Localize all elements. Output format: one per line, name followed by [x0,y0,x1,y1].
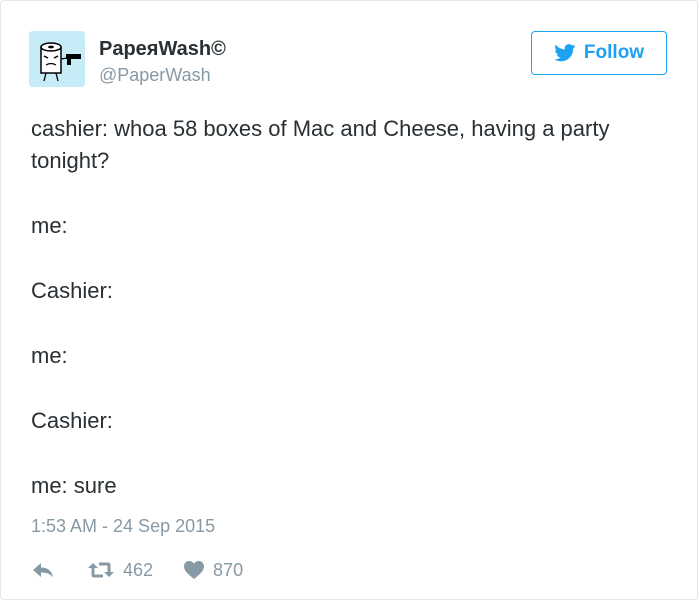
heart-icon [184,561,205,579]
tweet-text: cashier: whoa 58 boxes of Mac and Cheese… [31,113,681,502]
tweet-line: me: [31,343,68,368]
reply-icon [33,563,53,578]
tweet-line: cashier: whoa 58 boxes of Mac and Cheese… [31,116,610,141]
tweet-card: PapeяWash© @PaperWash Follow cashier: wh… [0,0,698,600]
retweet-button[interactable]: 462 [87,560,153,581]
follow-button[interactable]: Follow [531,31,667,75]
screen-name[interactable]: @PaperWash [99,63,226,87]
tweet-line: me: sure [31,473,117,498]
follow-button-label: Follow [583,42,645,63]
reply-button[interactable] [31,560,55,580]
tweet-timestamp[interactable]: 1:53 AM - 24 Sep 2015 [31,513,215,539]
twitter-bird-icon [554,44,576,62]
retweet-count: 462 [123,559,154,580]
retweet-icon [88,562,114,578]
display-name[interactable]: PapeяWash© [99,37,226,61]
user-name-block: PapeяWash© @PaperWash [99,37,226,87]
tweet-line: Cashier: [31,408,113,433]
avatar[interactable] [29,31,85,87]
tweet-line: Cashier: [31,278,113,303]
tweet-line: tonight? [31,148,110,173]
tweet-line: me: [31,213,68,238]
tweet-header: PapeяWash© @PaperWash Follow [29,31,667,89]
toilet-paper-gun-icon [29,31,85,87]
tweet-actions: 462 870 [31,557,243,583]
like-button[interactable]: 870 [183,560,243,581]
like-count: 870 [213,559,244,580]
